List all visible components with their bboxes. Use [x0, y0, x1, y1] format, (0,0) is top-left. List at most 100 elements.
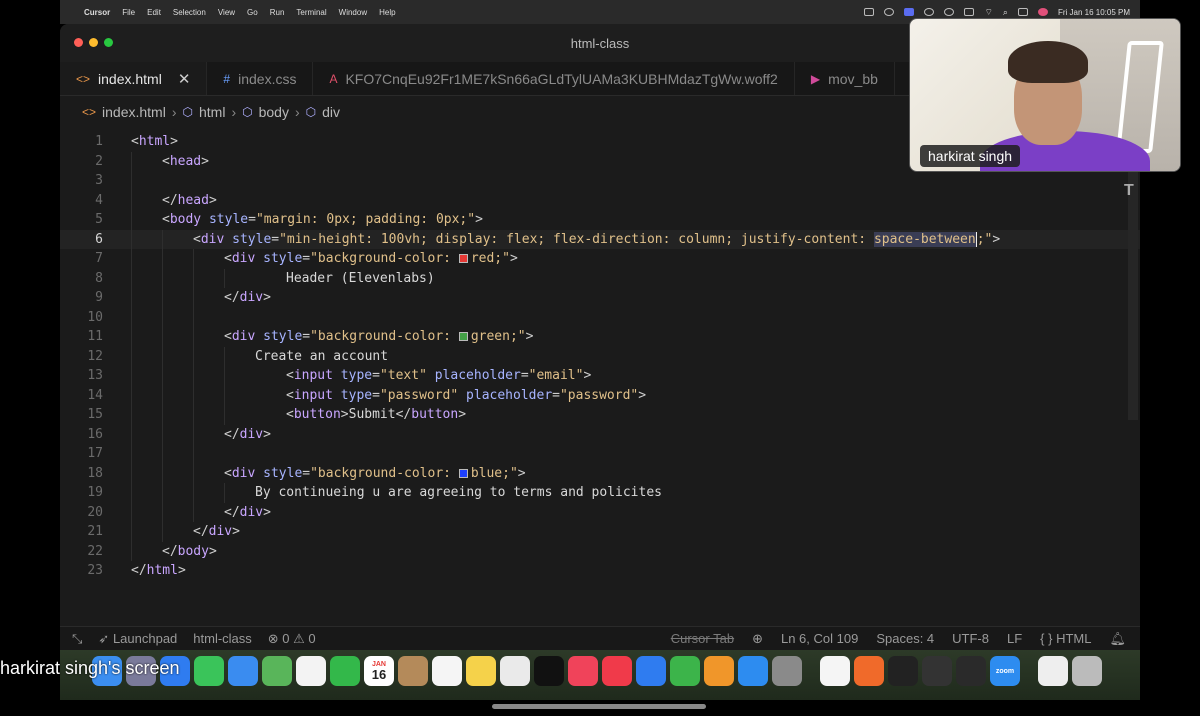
screen-share-icon[interactable] — [904, 8, 915, 16]
tab-font-file[interactable]: A KFO7CnqEu92Fr1ME7kSn66aGLdTylUAMa3KUBH… — [313, 62, 795, 95]
workspace-status[interactable]: html-class — [193, 631, 252, 646]
indentation-status[interactable]: Spaces: 4 — [876, 631, 934, 646]
video-file-icon: ▶ — [810, 71, 821, 86]
menu-view[interactable]: View — [218, 8, 235, 17]
code-line[interactable]: 17 — [60, 444, 1140, 464]
code-line[interactable]: 19 By continueing u are agreeing to terms… — [60, 483, 1140, 503]
mail-icon[interactable] — [228, 656, 258, 686]
photos-icon[interactable] — [296, 656, 326, 686]
trash-icon[interactable] — [1072, 656, 1102, 686]
messages-icon[interactable] — [194, 656, 224, 686]
notifications-bell-icon[interactable]: 🔔︎ — [1109, 631, 1126, 647]
code-line[interactable]: 8 Header (Elevenlabs) — [60, 268, 1140, 288]
problems-status[interactable]: ⊗ 0 ⚠ 0 — [268, 631, 316, 647]
menu-file[interactable]: File — [122, 8, 135, 17]
facetime-icon[interactable] — [330, 656, 360, 686]
system-settings-icon[interactable] — [772, 656, 802, 686]
code-line-current[interactable]: 6 <div style="min-height: 100vh; display:… — [60, 229, 1140, 249]
keynote-icon[interactable] — [636, 656, 666, 686]
apple-tv-icon[interactable] — [534, 656, 564, 686]
tab-video-file[interactable]: ▶ mov_bb — [795, 62, 895, 95]
numbers-icon[interactable] — [670, 656, 700, 686]
code-editor[interactable]: 1 <html> 2 <head> 3 4 </head> 5 <body style=… — [60, 132, 1140, 626]
code-line[interactable]: 12 Create an account — [60, 346, 1140, 366]
calendar-icon[interactable]: JAN 16 — [364, 656, 394, 686]
menu-app[interactable]: Cursor — [84, 8, 110, 17]
battery-icon[interactable] — [964, 8, 975, 16]
menu-help[interactable]: Help — [379, 8, 395, 17]
zoom-icon[interactable]: zoom — [990, 656, 1020, 686]
code-line[interactable]: 23 </html> — [60, 561, 1140, 581]
code-line[interactable]: 4 </head> — [60, 190, 1140, 210]
notes-icon[interactable] — [466, 656, 496, 686]
zoom-in-icon[interactable]: ⊕ — [752, 631, 763, 647]
creative-cloud-icon[interactable] — [884, 8, 895, 16]
maximize-window-button[interactable] — [104, 38, 113, 47]
code-line[interactable]: 3 — [60, 171, 1140, 191]
music-icon[interactable] — [568, 656, 598, 686]
code-line[interactable]: 13 <input type="text" placeholder="email"… — [60, 366, 1140, 386]
cube-app-icon[interactable] — [922, 656, 952, 686]
code-line[interactable]: 10 — [60, 307, 1140, 327]
code-line[interactable]: 21 </div> — [60, 522, 1140, 542]
menu-edit[interactable]: Edit — [147, 8, 161, 17]
dock: JAN 16 zoom — [92, 656, 1102, 686]
vpn-icon[interactable] — [944, 8, 955, 16]
breadcrumb-body[interactable]: body — [259, 104, 289, 120]
code-line[interactable]: 11 <div style="background-color: green;"> — [60, 327, 1140, 347]
pages-icon[interactable] — [704, 656, 734, 686]
piano-icon[interactable] — [888, 656, 918, 686]
code-line[interactable]: 20 </div> — [60, 502, 1140, 522]
sublime-icon[interactable] — [854, 656, 884, 686]
cursor-tab-status[interactable]: Cursor Tab — [671, 631, 734, 646]
language-status[interactable]: { } HTML — [1040, 631, 1091, 646]
freeform-icon[interactable] — [500, 656, 530, 686]
reminders-icon[interactable] — [432, 656, 462, 686]
breadcrumb-file[interactable]: index.html — [102, 104, 166, 120]
tab-index-html[interactable]: <> index.html ✕ — [60, 62, 208, 95]
close-window-button[interactable] — [74, 38, 83, 47]
app-store-icon[interactable] — [738, 656, 768, 686]
control-center-icon[interactable] — [1017, 8, 1028, 16]
news-icon[interactable] — [602, 656, 632, 686]
breadcrumb-html[interactable]: html — [199, 104, 225, 120]
color-swatch-red[interactable] — [458, 254, 468, 263]
menu-window[interactable]: Window — [339, 8, 367, 17]
code-line[interactable]: 9 </div> — [60, 288, 1140, 308]
display-icon[interactable] — [864, 8, 875, 16]
breadcrumb-div[interactable]: div — [322, 104, 340, 120]
cursor-app-icon[interactable] — [956, 656, 986, 686]
maps-icon[interactable] — [262, 656, 292, 686]
code-line[interactable]: 5 <body style="margin: 0px; padding: 0px;… — [60, 210, 1140, 230]
line-number: 17 — [87, 446, 103, 461]
code-line[interactable]: 14 <input type="password" placeholder="pa… — [60, 385, 1140, 405]
remote-icon[interactable]: ⤡ — [72, 631, 82, 647]
code-line[interactable]: 18 <div style="background-color: blue;"> — [60, 463, 1140, 483]
color-swatch-blue[interactable] — [458, 468, 468, 478]
menu-go[interactable]: Go — [247, 8, 258, 17]
menu-terminal[interactable]: Terminal — [296, 8, 326, 17]
siri-icon[interactable] — [1037, 8, 1048, 16]
close-icon[interactable]: ✕ — [178, 70, 191, 88]
eol-status[interactable]: LF — [1007, 631, 1022, 646]
code-line[interactable]: 15 <button>Submit</button> — [60, 405, 1140, 425]
menubar-clock[interactable]: Fri Jan 16 10:05 PM — [1058, 8, 1130, 17]
tab-index-css[interactable]: # index.css — [207, 62, 314, 95]
search-icon[interactable]: ⌕ — [1003, 7, 1008, 18]
line-number: 21 — [87, 524, 103, 539]
launchpad-status[interactable]: ➶ Launchpad — [98, 631, 177, 647]
document-icon[interactable] — [1038, 656, 1068, 686]
cursor-position[interactable]: Ln 6, Col 109 — [781, 631, 858, 646]
menu-run[interactable]: Run — [270, 8, 285, 17]
color-swatch-green[interactable] — [458, 332, 468, 341]
code-line[interactable]: 16 </div> — [60, 424, 1140, 444]
code-line[interactable]: 7 <div style="background-color: red;"> — [60, 249, 1140, 269]
chrome-icon[interactable] — [820, 656, 850, 686]
code-line[interactable]: 22 </body> — [60, 541, 1140, 561]
minimize-window-button[interactable] — [89, 38, 98, 47]
encoding-status[interactable]: UTF-8 — [952, 631, 989, 646]
contacts-icon[interactable] — [398, 656, 428, 686]
wifi-icon[interactable]: ⌔ — [984, 7, 992, 18]
zoom-status-icon[interactable] — [924, 8, 935, 16]
menu-selection[interactable]: Selection — [173, 8, 206, 17]
